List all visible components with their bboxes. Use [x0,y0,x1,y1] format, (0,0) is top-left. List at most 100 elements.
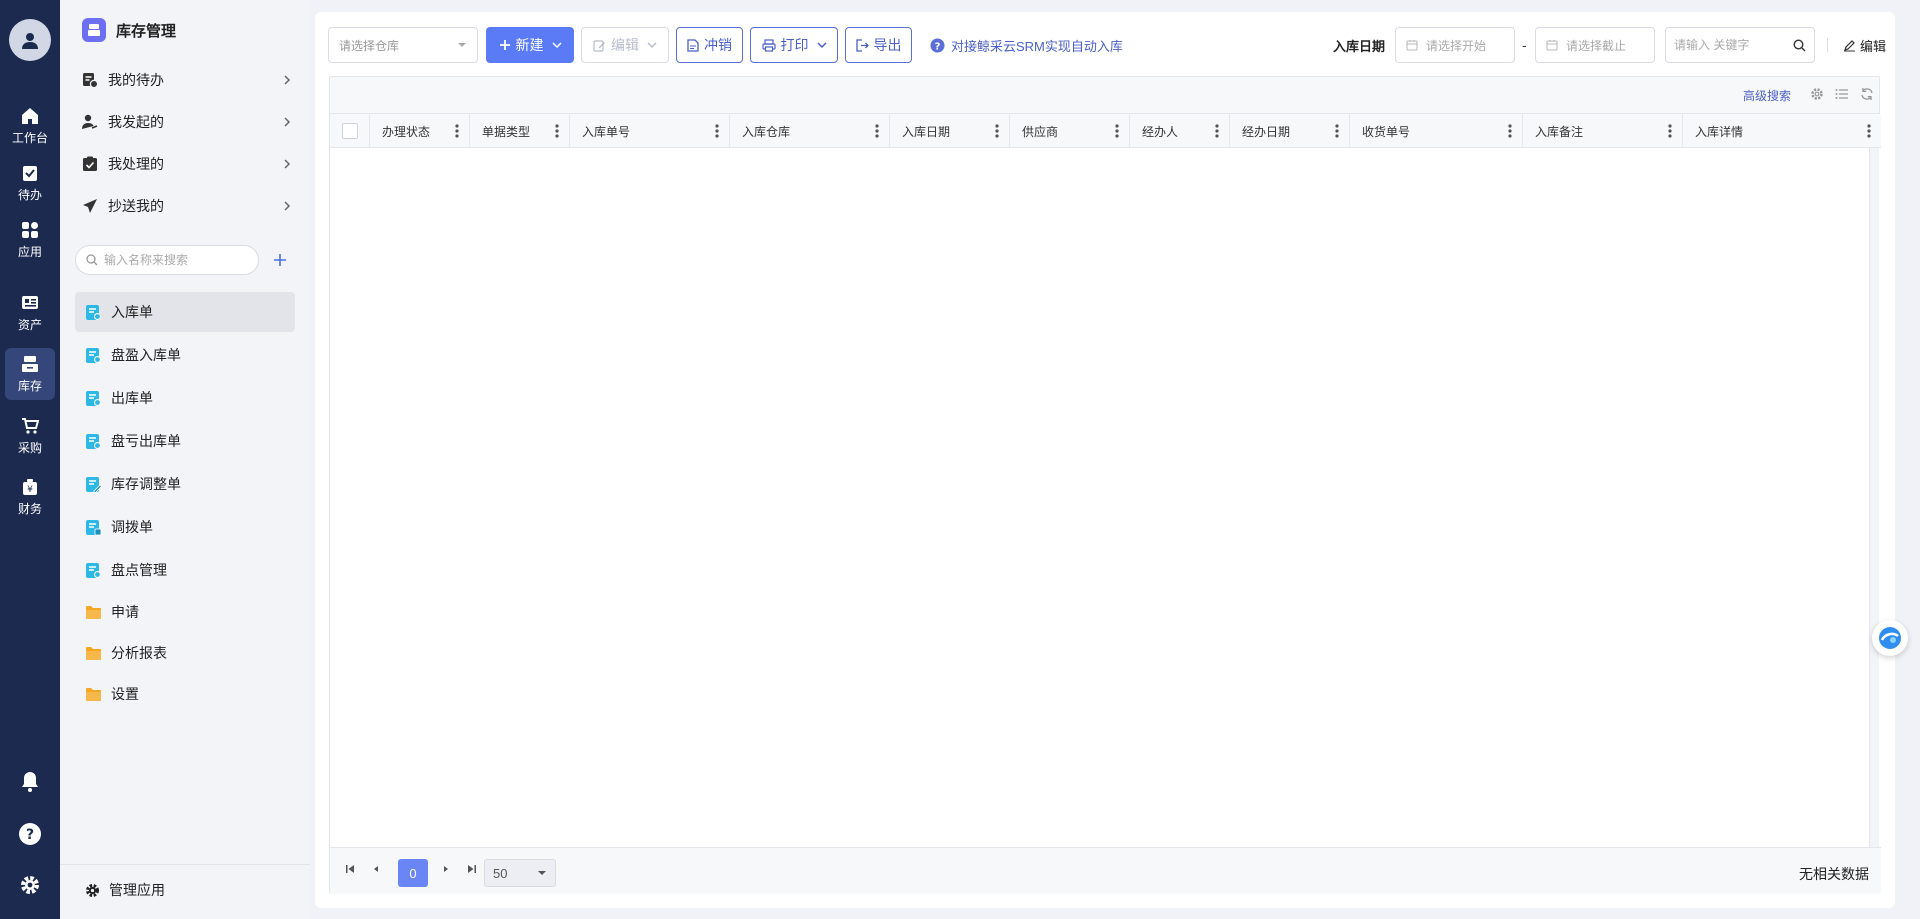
next-page-icon[interactable] [440,863,452,875]
export-button[interactable]: 导出 [845,27,912,63]
new-button[interactable]: 新建 [486,27,574,63]
sidebar-search-input[interactable] [104,253,244,267]
reverse-button[interactable]: 冲销 [676,27,743,63]
srm-integration-link[interactable]: ? 对接鲸采云SRM实现自动入库 [930,27,1123,63]
column-menu-icon[interactable] [455,123,459,139]
column-header-label: 入库日期 [902,124,951,139]
rail-item-workbench[interactable]: 工作台 [5,100,55,152]
column-header[interactable]: 经办日期 [1230,114,1350,148]
gear-icon [86,883,99,897]
column-header[interactable]: 经办人 [1130,114,1230,148]
manage-app-button[interactable]: 管理应用 [85,880,165,900]
column-header[interactable]: 入库单号 [570,114,730,148]
sidebar-item-stock-in-surplus[interactable]: 盘盈入库单 [75,335,295,375]
last-page-icon[interactable] [466,863,478,875]
current-page[interactable]: 0 [398,859,428,887]
sidebar-item-handled[interactable]: 我处理的 [82,144,292,184]
print-button[interactable]: 打印 [750,27,838,63]
column-menu-icon[interactable] [875,123,879,139]
cart-icon [22,417,39,434]
reverse-button-label: 冲销 [704,37,732,53]
settings-button[interactable] [18,873,42,897]
table-header: 办理状态 单据类型 入库单号 入库仓库 入库日期 供应商 经办人 经办日期 收货… [330,114,1881,148]
column-menu-icon[interactable] [1335,123,1339,139]
column-header[interactable]: 入库日期 [890,114,1010,148]
select-all-checkbox[interactable] [342,123,358,139]
column-menu-icon[interactable] [1215,123,1219,139]
rail-item-apps[interactable]: 应用 [5,214,55,266]
advanced-search-link[interactable]: 高级搜索 [1743,87,1791,104]
column-header-label: 收货单号 [1362,124,1411,139]
date-end-input[interactable]: 请选择截止 [1535,27,1655,63]
help-button[interactable]: ? [18,822,42,846]
home-icon [22,107,38,124]
sidebar-item-label: 我发起的 [108,114,164,130]
column-menu-icon[interactable] [995,123,999,139]
rail-item-todo[interactable]: 待办 [5,157,55,209]
column-menu-icon[interactable] [555,123,559,139]
printer-icon [761,38,776,52]
form-doc-icon [86,390,101,406]
column-header[interactable]: 入库仓库 [730,114,890,148]
warehouse-select[interactable]: 请选择仓库 [328,27,478,63]
asset-card-icon [22,295,38,309]
rail-item-assets[interactable]: 资产 [5,287,55,339]
rail-item-inventory[interactable]: 库存 [5,348,55,400]
column-menu-icon[interactable] [1115,123,1119,139]
sidebar-item-stock-out-loss[interactable]: 盘亏出库单 [75,421,295,461]
print-button-label: 打印 [780,37,809,53]
edit-view-button[interactable]: 编辑 [1843,27,1886,63]
date-filter-label: 入库日期 [1333,38,1386,54]
sidebar-item-label: 盘盈入库单 [111,347,181,363]
table-toolbar: 高级搜索 [330,77,1879,114]
sidebar-item-stock-in[interactable]: 入库单 [75,292,295,332]
rail-item-label: 库存 [17,378,42,393]
column-menu-icon[interactable] [1867,123,1871,139]
column-header-label: 办理状态 [382,124,431,139]
column-header[interactable]: 入库详情 [1683,114,1881,148]
sidebar-folder-apply[interactable]: 申请 [75,592,295,632]
sidebar-item-stock-adjust[interactable]: 库存调整单 [75,464,295,504]
assistant-float-button[interactable] [1872,620,1908,656]
column-menu-icon[interactable] [1508,123,1512,139]
column-header[interactable]: 单据类型 [470,114,570,148]
page-size-select[interactable]: 50 [484,859,556,887]
column-menu-icon[interactable] [715,123,719,139]
refresh-icon[interactable] [1860,87,1874,101]
column-header[interactable]: 入库备注 [1523,114,1683,148]
prev-page-icon[interactable] [370,863,382,875]
keyword-search-input[interactable] [1674,38,1784,52]
column-header[interactable]: 办理状态 [370,114,470,148]
sidebar-item-my-todo[interactable]: 我的待办 [82,60,292,100]
sidebar-item-label: 我的待办 [108,72,164,88]
date-start-input[interactable]: 请选择开始 [1395,27,1515,63]
table-scrollbar[interactable] [1869,148,1879,847]
search-icon[interactable] [1793,38,1806,52]
column-header[interactable]: 收货单号 [1350,114,1523,148]
rail-item-finance[interactable]: ¥ 财务 [5,471,55,523]
sidebar-folder-reports[interactable]: 分析报表 [75,633,295,673]
user-avatar[interactable] [9,19,51,61]
sidebar-item-stocktake[interactable]: 盘点管理 [75,550,295,590]
sidebar-item-label: 库存调整单 [111,476,181,492]
first-page-icon[interactable] [344,863,356,875]
sidebar-folder-settings[interactable]: 设置 [75,674,295,714]
sidebar-item-transfer[interactable]: 调拨单 [75,507,295,547]
add-form-button[interactable] [270,250,290,270]
column-menu-icon[interactable] [1668,123,1672,139]
sidebar-item-initiated[interactable]: 我发起的 [82,102,292,142]
sidebar-item-stock-out[interactable]: 出库单 [75,378,295,418]
edit-button[interactable]: 编辑 [581,27,669,63]
sidebar-item-cc-me[interactable]: 抄送我的 [82,186,292,226]
chevron-right-icon [284,201,291,211]
notifications-button[interactable] [18,770,42,794]
new-button-label: 新建 [515,37,544,53]
document-icon [687,38,699,52]
export-button-label: 导出 [873,37,902,53]
column-settings-icon[interactable] [1810,87,1824,101]
rail-item-purchase[interactable]: 采购 [5,410,55,462]
sidebar-item-label: 盘点管理 [111,562,167,578]
plus-icon [274,254,286,266]
list-view-icon[interactable] [1835,87,1849,101]
column-header[interactable]: 供应商 [1010,114,1130,148]
